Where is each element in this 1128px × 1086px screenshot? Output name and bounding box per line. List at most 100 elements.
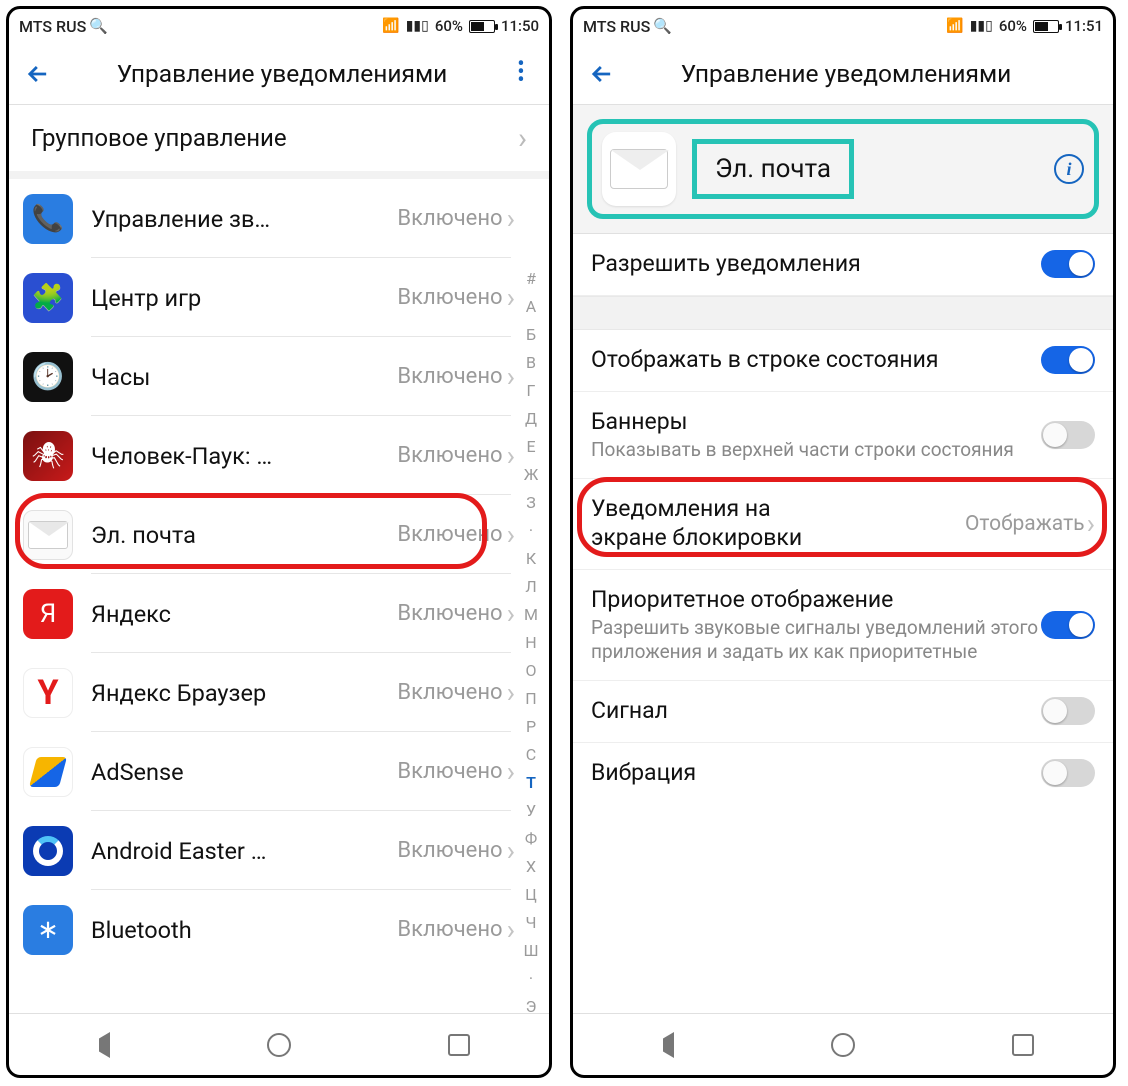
index-letter[interactable]: Ш [523, 937, 538, 965]
chevron-right-icon: › [507, 676, 515, 709]
setting-title: Отображать в строке состояния [591, 346, 1041, 375]
chevron-right-icon: › [507, 518, 515, 551]
setting-title: Разрешить уведомления [591, 250, 1041, 279]
index-letter[interactable]: У [526, 797, 536, 825]
index-letter[interactable]: Ч [526, 909, 537, 937]
toggle-vibration[interactable] [1041, 759, 1095, 787]
toggle-priority[interactable] [1041, 611, 1095, 639]
app-row-yandex[interactable]: Я Яндекс Включено › [9, 574, 549, 653]
toggle-banners[interactable] [1041, 421, 1095, 449]
page-title: Управление уведомлениями [61, 59, 503, 88]
battery-icon [1033, 20, 1059, 33]
index-letter[interactable]: Ж [524, 461, 539, 489]
wifi-icon: 📶 [382, 18, 399, 34]
clock: 11:51 [1065, 17, 1103, 35]
app-row-clock[interactable]: 🕑 Часы Включено › [9, 337, 549, 416]
nav-home-button[interactable] [264, 1030, 294, 1060]
app-row-bluetooth[interactable]: ∗ Bluetooth Включено › [9, 890, 549, 969]
setting-priority-display[interactable]: Приоритетное отображение Разрешить звуко… [573, 570, 1113, 681]
index-letter[interactable]: Р [526, 713, 536, 741]
chevron-right-icon: › [507, 439, 515, 472]
bluetooth-app-icon: ∗ [23, 905, 73, 955]
app-status: Включено [397, 206, 502, 231]
nav-home-button[interactable] [828, 1030, 858, 1060]
nav-recent-button[interactable] [444, 1030, 474, 1060]
wifi-icon: 📶 [946, 18, 963, 34]
mail-app-icon [602, 132, 676, 206]
chevron-right-icon: › [518, 121, 527, 156]
index-letter[interactable]: О [525, 657, 536, 685]
index-letter[interactable]: В [526, 349, 536, 377]
annotation-highlight-red [15, 493, 487, 569]
clock-app-icon: 🕑 [23, 352, 73, 402]
index-letter[interactable]: Т [526, 769, 536, 797]
index-letter[interactable]: Ф [525, 825, 537, 853]
group-management-row[interactable]: Групповое управление › [9, 105, 549, 179]
app-row-game-center[interactable]: 🧩 Центр игр Включено › [9, 258, 549, 337]
index-letter[interactable]: С [526, 741, 536, 769]
more-menu-button[interactable]: ••• [503, 62, 539, 86]
nav-recent-button[interactable] [1008, 1030, 1038, 1060]
chevron-right-icon: › [507, 360, 515, 393]
index-letter[interactable]: · [529, 517, 533, 545]
index-letter[interactable]: Х [526, 853, 536, 881]
nav-back-button[interactable] [648, 1030, 678, 1060]
index-letter[interactable]: Ц [525, 881, 537, 909]
app-row-yandex-browser[interactable]: Y Яндекс Браузер Включено › [9, 653, 549, 732]
app-name-label: Эл. почта [715, 154, 831, 184]
index-letter[interactable]: Д [525, 405, 537, 433]
phone-left: MTS RUS🔍 📶 ▮▮▯ 60% 11:50 Управление увед… [6, 6, 552, 1078]
index-letter[interactable]: З [526, 489, 536, 517]
back-button[interactable] [15, 51, 61, 97]
index-letter[interactable]: Л [525, 573, 536, 601]
alphabet-index-rail[interactable]: #АБВГДЕЖЗ·КЛМНОПРСТУФХЦЧШ·ЭЮЯZ [516, 265, 546, 1013]
app-status: Включено [397, 443, 502, 468]
index-letter[interactable]: К [526, 545, 536, 573]
app-info-button[interactable]: i [1054, 154, 1084, 184]
status-bar: MTS RUS🔍 📶 ▮▮▯ 60% 11:50 [9, 9, 549, 43]
phone-right: MTS RUS🔍 📶 ▮▮▯ 60% 11:51 Управление увед… [570, 6, 1116, 1078]
app-label: Часы [91, 363, 150, 391]
index-letter[interactable]: # [526, 265, 536, 293]
index-letter[interactable]: Е [526, 433, 535, 461]
page-title: Управление уведомлениями [625, 59, 1067, 88]
clock: 11:50 [501, 17, 539, 35]
chevron-right-icon: › [507, 202, 515, 235]
nav-bar [573, 1013, 1113, 1075]
setting-title: Приоритетное отображение [591, 586, 1041, 615]
setting-title: Вибрация [591, 759, 1041, 788]
app-status: Включено [397, 285, 502, 310]
app-status: Включено [397, 680, 502, 705]
index-letter[interactable]: Н [525, 629, 536, 657]
nav-back-button[interactable] [84, 1030, 114, 1060]
setting-description: Показывать в верхней части строки состоя… [591, 438, 1041, 462]
setting-allow-notifications[interactable]: Разрешить уведомления [573, 234, 1113, 296]
setting-vibration[interactable]: Вибрация [573, 743, 1113, 804]
index-letter[interactable]: Б [526, 321, 536, 349]
app-row-spiderman[interactable]: 🕷 Человек-Паук: … Включено › [9, 416, 549, 495]
app-row-phone-manager[interactable]: 📞 Управление зв… Включено › [9, 179, 549, 258]
index-letter[interactable]: Г [527, 377, 536, 405]
index-letter[interactable]: П [525, 685, 536, 713]
setting-title: Сигнал [591, 697, 1041, 726]
app-status: Включено [397, 838, 502, 863]
app-status: Включено [397, 601, 502, 626]
back-button[interactable] [579, 51, 625, 97]
search-icon: 🔍 [89, 17, 108, 35]
app-row-android-easter[interactable]: Android Easter … Включено › [9, 811, 549, 890]
app-bar: Управление уведомлениями ••• [9, 43, 549, 105]
setting-statusbar-display[interactable]: Отображать в строке состояния [573, 330, 1113, 392]
index-letter[interactable]: М [524, 601, 538, 629]
setting-sound[interactable]: Сигнал [573, 681, 1113, 743]
app-label: AdSense [91, 758, 184, 786]
index-letter[interactable]: Э [526, 993, 537, 1013]
toggle-statusbar[interactable] [1041, 346, 1095, 374]
toggle-allow-notifications[interactable] [1041, 250, 1095, 278]
index-letter[interactable]: · [529, 965, 533, 993]
toggle-sound[interactable] [1041, 697, 1095, 725]
setting-banners[interactable]: Баннеры Показывать в верхней части строк… [573, 392, 1113, 480]
app-status: Включено [397, 917, 502, 942]
app-row-adsense[interactable]: AdSense Включено › [9, 732, 549, 811]
signal-icon: ▮▮▯ [970, 18, 993, 34]
index-letter[interactable]: А [526, 293, 536, 321]
